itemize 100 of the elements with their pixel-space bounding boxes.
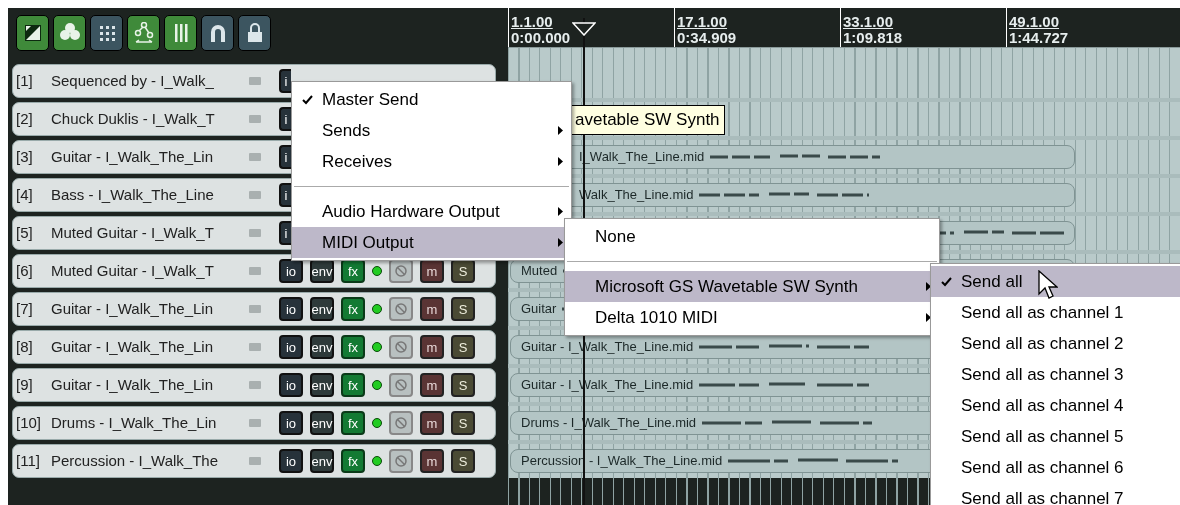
toolbar-button[interactable]: [53, 15, 86, 51]
mute-button[interactable]: m: [420, 297, 444, 321]
track-header[interactable]: [11] Percussion - I_Walk_The io env fx m S: [12, 444, 496, 478]
routing-button[interactable]: i: [279, 145, 291, 169]
solo-button[interactable]: S: [451, 449, 475, 473]
phase-button[interactable]: [389, 449, 413, 473]
track-name[interactable]: Guitar - I_Walk_The_Lin: [51, 297, 249, 321]
track-name[interactable]: Chuck Duklis - I_Walk_T: [51, 107, 249, 131]
track-header[interactable]: [8] Guitar - I_Walk_The_Lin io env fx m S: [12, 330, 496, 364]
toolbar-button[interactable]: [16, 15, 49, 51]
item-label: Muted: [521, 262, 558, 281]
menu-item[interactable]: Send all: [931, 266, 1180, 297]
envelope-button[interactable]: env: [310, 335, 334, 359]
mute-button[interactable]: m: [420, 411, 444, 435]
solo-button[interactable]: S: [451, 335, 475, 359]
envelope-button[interactable]: env: [310, 449, 334, 473]
routing-button[interactable]: i: [279, 107, 291, 131]
playhead-marker-icon[interactable]: [572, 22, 596, 36]
fx-button[interactable]: fx: [341, 259, 365, 283]
track-number: [11]: [15, 450, 41, 471]
track-number: [2]: [15, 108, 34, 129]
menu-item-label: Delta 1010 MIDI: [595, 306, 718, 329]
record-arm-led-icon[interactable]: [372, 266, 382, 276]
solo-button[interactable]: S: [451, 373, 475, 397]
mute-button[interactable]: m: [420, 373, 444, 397]
phase-button[interactable]: [389, 259, 413, 283]
item-label: Guitar: [521, 300, 557, 319]
bar-label: 33.1.00: [843, 14, 894, 30]
envelope-button[interactable]: env: [310, 411, 334, 435]
menu-item-label: Microsoft GS Wavetable SW Synth: [595, 275, 858, 298]
routing-button[interactable]: io: [279, 411, 303, 435]
track-number: [7]: [15, 298, 34, 319]
routing-button[interactable]: i: [279, 183, 291, 207]
track-name[interactable]: Guitar - I_Walk_The_Lin: [51, 373, 249, 397]
menu-item-label: Send all as channel 1: [961, 301, 1124, 324]
toolbar-button[interactable]: [127, 15, 160, 51]
phase-button[interactable]: [389, 297, 413, 321]
envelope-button[interactable]: env: [310, 373, 334, 397]
track-header[interactable]: [9] Guitar - I_Walk_The_Lin io env fx m S: [12, 368, 496, 402]
menu-item-label: None: [595, 225, 636, 248]
toolbar-button[interactable]: [164, 15, 197, 51]
track-name[interactable]: Bass - I_Walk_The_Line: [51, 183, 249, 207]
toolbar-button[interactable]: [238, 15, 271, 51]
record-arm-led-icon[interactable]: [372, 304, 382, 314]
routing-button[interactable]: io: [279, 297, 303, 321]
phase-button[interactable]: [389, 373, 413, 397]
record-arm-led-icon[interactable]: [372, 380, 382, 390]
phase-icon: [394, 340, 408, 354]
menu-item-label: Send all: [961, 270, 1023, 293]
phase-button[interactable]: [389, 335, 413, 359]
track-lane[interactable]: [508, 64, 1180, 98]
routing-button[interactable]: i: [279, 69, 291, 93]
time-label: 1:09.818: [843, 30, 903, 46]
solo-button[interactable]: S: [451, 411, 475, 435]
track-name[interactable]: Muted Guitar - I_Walk_T: [51, 221, 249, 245]
track-number: [8]: [15, 336, 34, 357]
track-name[interactable]: Guitar - I_Walk_The_Lin: [51, 145, 249, 169]
time-label: 0:00.000: [511, 30, 571, 46]
record-arm-led-icon[interactable]: [372, 456, 382, 466]
track-name[interactable]: Percussion - I_Walk_The: [51, 449, 249, 473]
fx-button[interactable]: fx: [341, 449, 365, 473]
fx-button[interactable]: fx: [341, 373, 365, 397]
time-label: 0:34.909: [677, 30, 737, 46]
mouse-cursor-icon: [1038, 270, 1058, 300]
phase-icon: [394, 302, 408, 316]
fx-button[interactable]: fx: [341, 297, 365, 321]
phase-button[interactable]: [389, 411, 413, 435]
track-name[interactable]: Sequenced by - I_Walk_: [51, 69, 249, 93]
record-arm-led-icon[interactable]: [372, 418, 382, 428]
menu-item-label: Receives: [322, 150, 392, 173]
routing-button[interactable]: io: [279, 449, 303, 473]
toolbar-button[interactable]: [201, 15, 234, 51]
routing-button[interactable]: io: [279, 259, 303, 283]
track-name[interactable]: Muted Guitar - I_Walk_T: [51, 259, 249, 283]
routing-button[interactable]: io: [279, 335, 303, 359]
solo-button[interactable]: S: [451, 259, 475, 283]
routing-button[interactable]: i: [279, 221, 291, 245]
track-number: [3]: [15, 146, 34, 167]
record-arm-led-icon[interactable]: [372, 342, 382, 352]
track-name[interactable]: Drums - I_Walk_The_Lin: [51, 411, 249, 435]
fx-button[interactable]: fx: [341, 411, 365, 435]
fx-button[interactable]: fx: [341, 335, 365, 359]
track-header[interactable]: [10] Drums - I_Walk_The_Lin io env fx m S: [12, 406, 496, 440]
toolbar-button[interactable]: [90, 15, 123, 51]
track-header[interactable]: [7] Guitar - I_Walk_The_Lin io env fx m S: [12, 292, 496, 326]
solo-button[interactable]: S: [451, 297, 475, 321]
mute-button[interactable]: m: [420, 335, 444, 359]
phase-icon: [394, 264, 408, 278]
time-label: 1:44.727: [1009, 30, 1069, 46]
mute-button[interactable]: m: [420, 259, 444, 283]
mute-button[interactable]: m: [420, 449, 444, 473]
menu-item[interactable]: Send all as channel 7: [931, 483, 1180, 505]
phase-icon: [394, 416, 408, 430]
envelope-button[interactable]: env: [310, 297, 334, 321]
envelope-button[interactable]: env: [310, 259, 334, 283]
track-header[interactable]: [6] Muted Guitar - I_Walk_T io env fx m S: [12, 254, 496, 288]
track-number: [1]: [15, 70, 34, 91]
routing-button[interactable]: io: [279, 373, 303, 397]
menu-item-label: Send all as channel 7: [961, 487, 1124, 505]
track-name[interactable]: Guitar - I_Walk_The_Lin: [51, 335, 249, 359]
